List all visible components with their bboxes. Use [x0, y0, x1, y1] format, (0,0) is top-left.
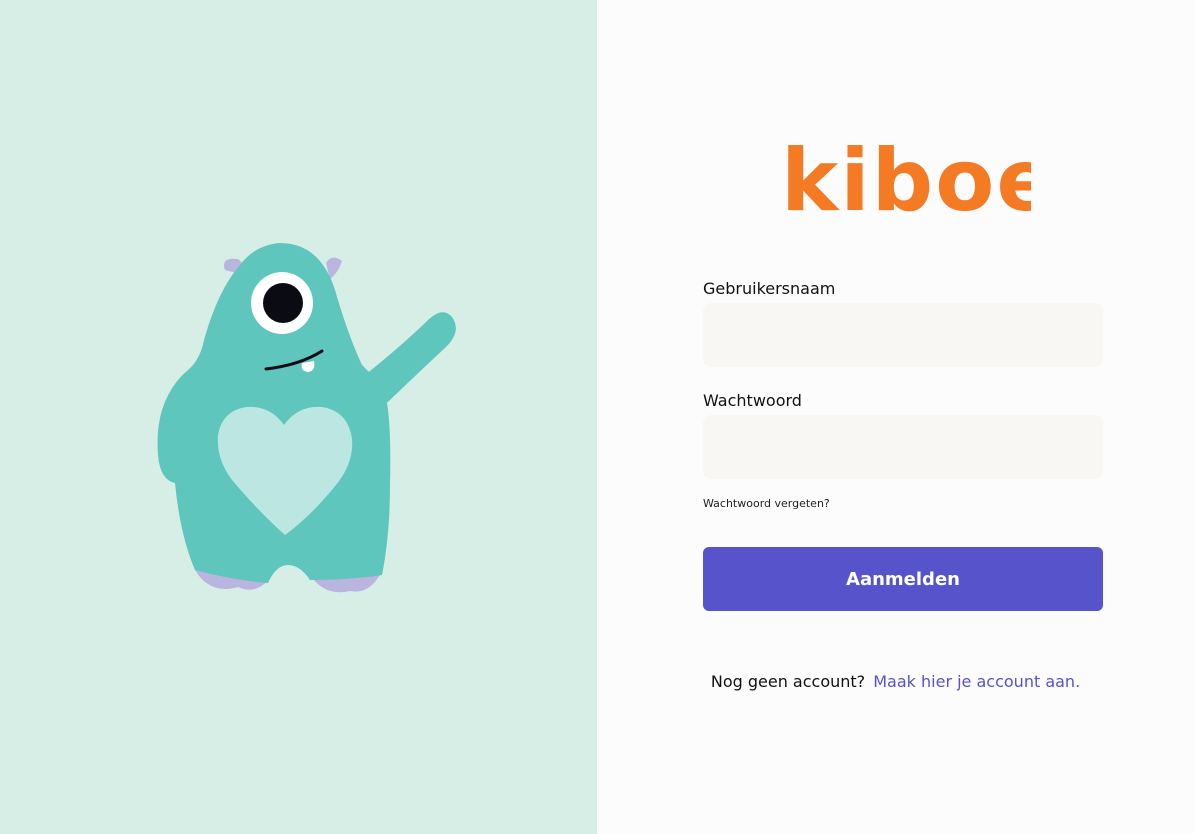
create-account-link[interactable]: Maak hier je account aan. [873, 672, 1080, 691]
password-input[interactable] [703, 415, 1103, 479]
signup-prompt: Nog geen account? Maak hier je account a… [597, 672, 1194, 691]
login-form: Gebruikersnaam Wachtwoord Wachtwoord ver… [703, 278, 1103, 611]
login-page: kiboe Gebruikersnaam Wachtwoord Wachtwoo… [0, 0, 1194, 834]
username-label: Gebruikersnaam [703, 279, 836, 298]
login-panel: kiboe Gebruikersnaam Wachtwoord Wachtwoo… [597, 0, 1194, 834]
username-input[interactable] [703, 303, 1103, 367]
kiboe-logo: kiboe [781, 131, 1031, 228]
password-label: Wachtwoord [703, 391, 802, 410]
one-eyed-monster-waving-icon [157, 243, 456, 593]
forgot-password-link[interactable]: Wachtwoord vergeten? [703, 496, 1103, 512]
login-button[interactable]: Aanmelden [703, 547, 1103, 611]
svg-text:kiboe: kiboe [781, 131, 1031, 228]
illustration-panel [0, 0, 597, 834]
signup-prompt-text: Nog geen account? [710, 672, 866, 691]
